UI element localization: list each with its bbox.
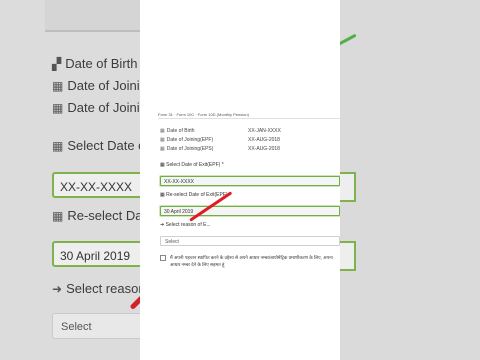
doe-label: ▦ Select Date of Exit(EPF) *	[160, 162, 224, 168]
date-of-exit-input[interactable]: XX-XX-XXXX	[160, 176, 340, 186]
bg-row-dob: ▞ Date of Birth	[52, 56, 138, 71]
panel-blank-area	[140, 0, 340, 111]
row-date-of-birth: ▦ Date of Birth	[160, 128, 195, 134]
reselect-date-of-exit-input[interactable]: 30 April 2019	[160, 206, 340, 216]
calendar-icon: ▦	[52, 209, 64, 223]
value-date-of-birth: XX-JAN-XXXX	[248, 128, 281, 134]
bg-right-input-edge	[340, 241, 356, 271]
calendar-icon: ▦	[160, 146, 165, 152]
value-doj-epf: XX-AUG-2018	[248, 137, 280, 143]
reason-of-exit-label: ➜ Select reason of E...	[160, 222, 211, 228]
calendar-icon: ▦	[52, 79, 64, 93]
value-doj-eps: XX-AUG-2018	[248, 146, 280, 152]
calendar-icon: ▦	[160, 128, 165, 134]
reason-of-exit-select[interactable]: Select	[160, 236, 340, 246]
bg-row-doj-eps: ▦ Date of Joining	[52, 100, 155, 115]
birthday-cake-icon: ▞	[52, 57, 62, 71]
row-doj-eps: ▦ Date of Joining(EPS)	[160, 146, 214, 152]
form-panel: Form 31 · Form 10C · Form 10D (Monthly P…	[140, 0, 340, 360]
declaration-text: मैं अपनी पहचान स्थापित करने के उद्देश्य …	[170, 255, 333, 267]
calendar-icon: ▦	[52, 139, 64, 153]
declaration-checkbox[interactable]	[160, 255, 166, 261]
bg-right-blur	[340, 0, 480, 360]
sign-out-icon: ➜	[52, 282, 63, 296]
calendar-icon: ▦	[52, 101, 64, 115]
bg-right-input-edge	[340, 172, 356, 202]
row-doj-epf: ▦ Date of Joining(EPF)	[160, 137, 214, 143]
breadcrumb: Form 31 · Form 10C · Form 10D (Monthly P…	[158, 112, 340, 119]
calendar-icon: ▦	[160, 137, 165, 143]
